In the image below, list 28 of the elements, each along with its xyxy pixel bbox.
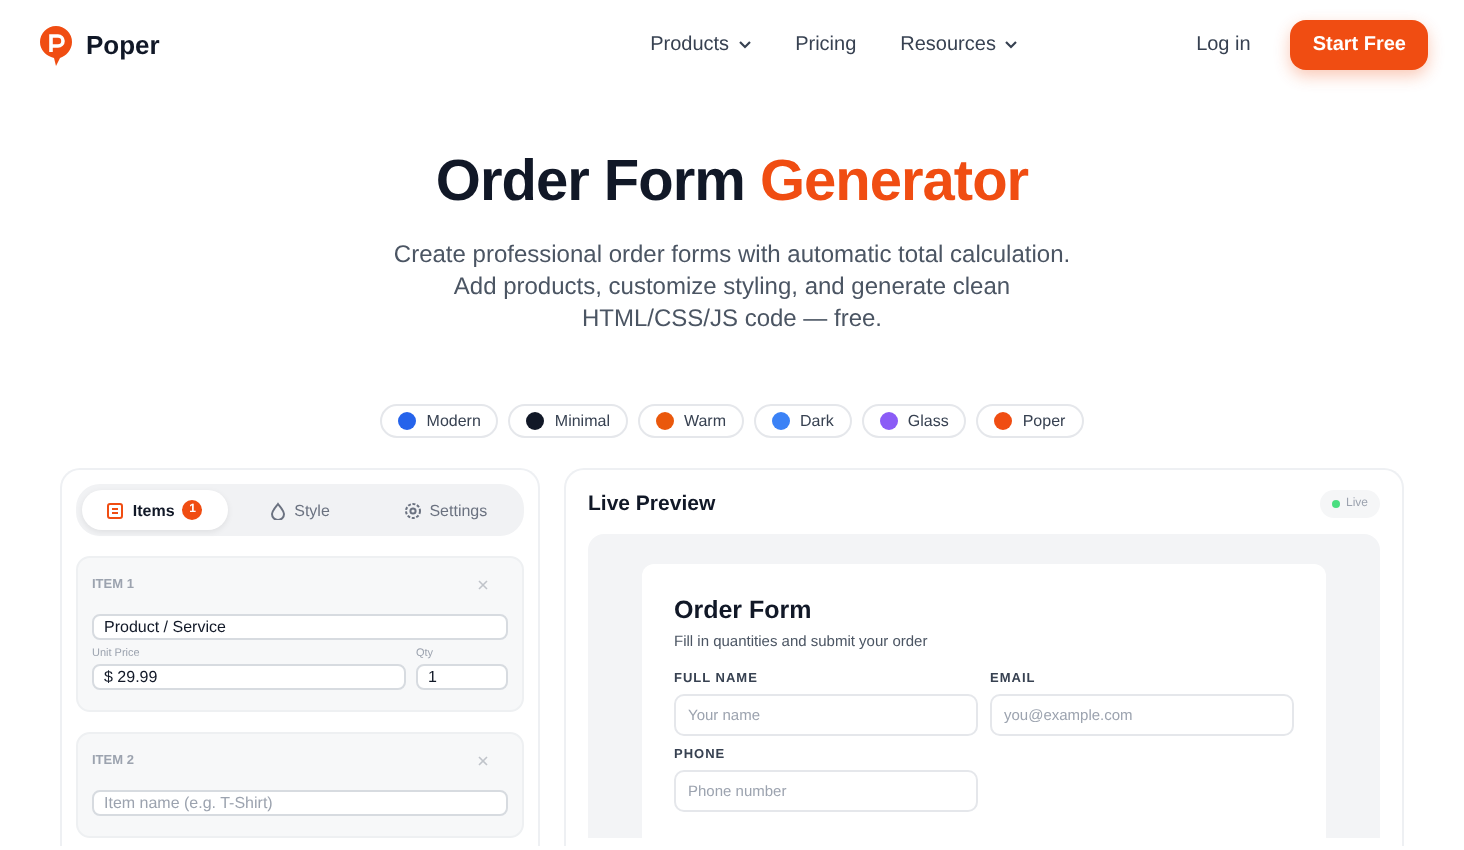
logo-icon [40,25,72,65]
theme-button[interactable]: Warm [637,404,744,438]
nav-link[interactable]: Resources [900,34,1018,56]
form-title: Order Form [674,596,814,624]
panel-title: Live Preview [588,492,716,516]
theme-button[interactable]: Dark [754,404,852,438]
price-field[interactable]: $ 29.99 [92,664,406,690]
qty-field[interactable]: 1 [416,664,508,690]
item-name-field[interactable]: Item name (e.g. T-Shirt) [92,790,508,816]
theme-button[interactable]: Modern [380,404,499,438]
drop-icon [270,501,287,519]
nav-link[interactable]: Products [650,34,752,56]
theme-button[interactable]: Poper [976,404,1084,438]
start-free-button[interactable]: Start Free [1290,20,1428,70]
brand-name: Poper [86,30,160,60]
theme-button[interactable]: Minimal [508,404,628,438]
item-name-field[interactable]: Product / Service [92,614,508,640]
list-icon [106,501,125,519]
theme-button[interactable]: Glass [861,404,967,438]
login-link[interactable]: Log in [1196,34,1251,56]
tab[interactable]: Style [227,490,373,530]
close-icon[interactable] [478,756,488,766]
settings-icon [403,501,422,519]
close-icon[interactable] [478,580,488,590]
hero-subtitle: Create professional order forms with automatic total calculation. Add products, customize styling, and generate clean HTML/CSS/JS code — free. [391,238,1073,334]
tab[interactable]: Settings [372,490,519,530]
page-title: Order Form Generator [433,150,1031,216]
nav-link[interactable]: Pricing [795,34,857,56]
